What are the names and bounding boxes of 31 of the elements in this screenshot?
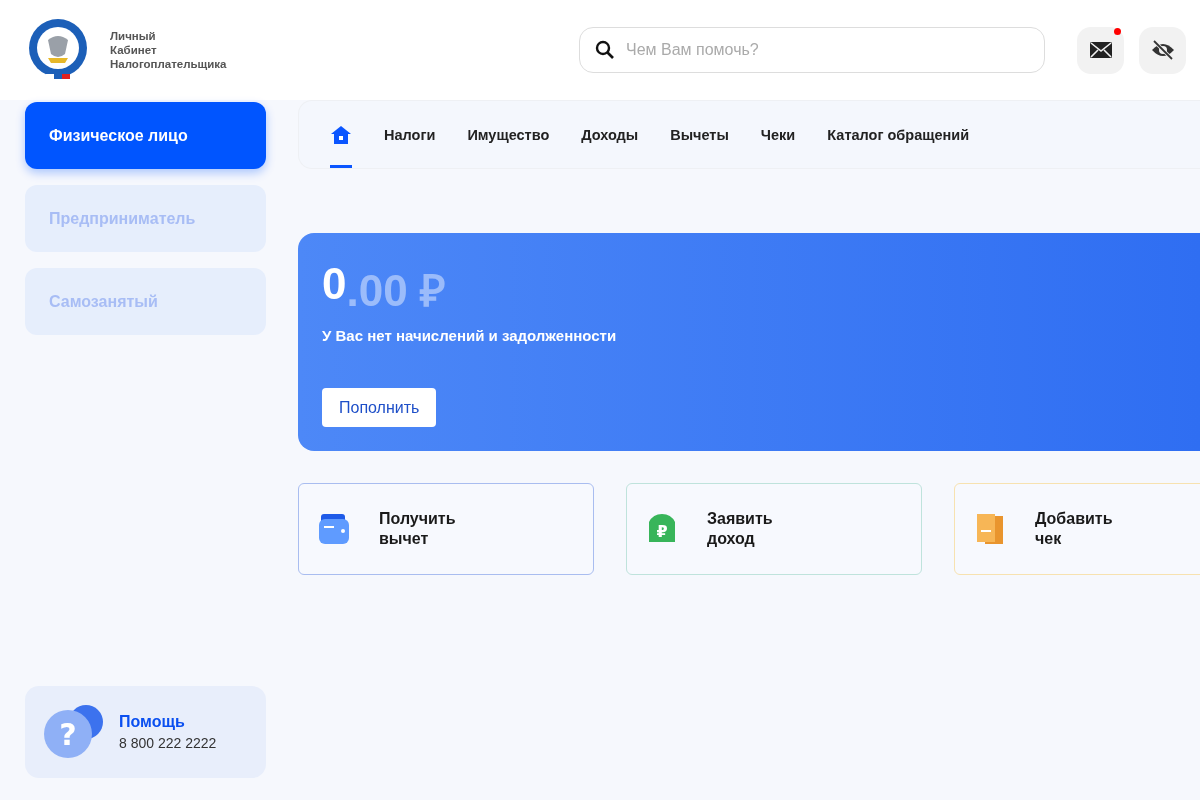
action-card[interactable]: ₽ Заявить доход bbox=[626, 483, 922, 575]
nav-tab[interactable]: Каталог обращений bbox=[827, 101, 970, 168]
mail-button[interactable] bbox=[1077, 26, 1124, 74]
nav-tab[interactable]: Налоги bbox=[384, 101, 436, 168]
home-icon bbox=[330, 124, 352, 145]
eye-off-icon bbox=[1150, 40, 1175, 60]
search-icon bbox=[595, 40, 615, 60]
help-title: Помощь bbox=[119, 713, 186, 731]
brand-title: Личный bbox=[110, 30, 157, 42]
nav-tab[interactable]: Доходы bbox=[581, 101, 639, 168]
brand-title: Налогоплательщика bbox=[110, 58, 227, 70]
wallet-icon bbox=[317, 512, 351, 546]
balance-amount: 0.00 ₽ bbox=[322, 259, 447, 317]
action-label: Добавить чек bbox=[1035, 509, 1113, 549]
action-label: Заявить доход bbox=[707, 509, 773, 549]
nav-tab[interactable]: Вычеты bbox=[670, 101, 729, 168]
emblem-logo bbox=[26, 18, 90, 82]
action-card[interactable]: Получить вычет bbox=[298, 483, 594, 575]
action-label: Получить вычет bbox=[379, 509, 456, 549]
search-field[interactable]: Чем Вам помочь? bbox=[579, 27, 1045, 73]
envelope-icon bbox=[1089, 42, 1112, 58]
role-tab[interactable]: Физическое лицо bbox=[25, 102, 266, 169]
top-up-button[interactable]: Пополнить bbox=[322, 388, 437, 427]
help-card[interactable]: ? Помощь 8 800 222 2222 bbox=[25, 686, 266, 778]
help-phone: 8 800 222 2222 bbox=[119, 735, 217, 751]
nav-tab[interactable]: Имущество bbox=[467, 101, 550, 168]
nav-tab[interactable]: Чеки bbox=[760, 101, 796, 168]
balance-message: У Вас нет начислений и задолженности bbox=[322, 327, 617, 344]
visibility-button[interactable] bbox=[1139, 26, 1186, 74]
brand-title: Кабинет bbox=[110, 44, 158, 56]
action-card[interactable]: Добавить чек bbox=[954, 483, 1200, 575]
